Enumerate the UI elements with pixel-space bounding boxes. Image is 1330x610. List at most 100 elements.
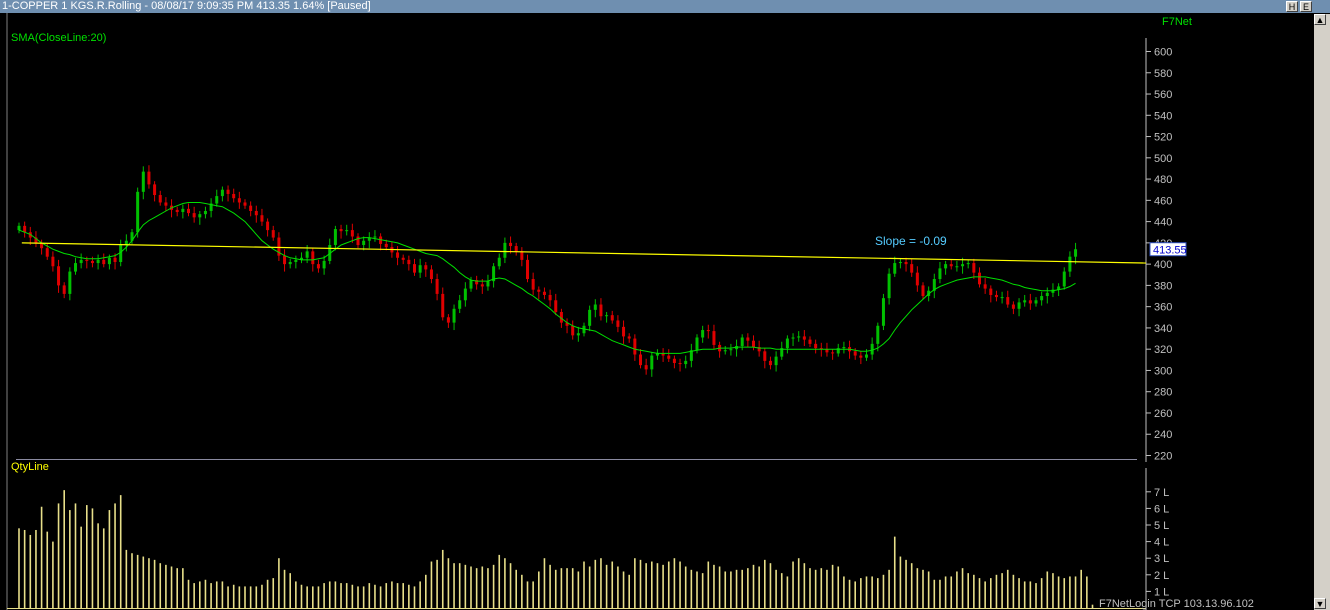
down-candle-body [526,259,529,280]
down-candle-body [994,294,998,298]
down-candle-body [802,336,806,340]
down-candle-body [978,272,981,285]
down-candle-body [232,193,236,199]
down-candle-body [768,360,772,366]
up-candle-body [1040,296,1044,301]
trendline-line [21,242,1147,264]
down-candle-body [356,236,360,245]
up-candle-body [1062,271,1066,287]
price-tick-label: 320 [1154,344,1172,356]
price-tick-label: 580 [1154,68,1172,80]
price-tick-label: 240 [1154,429,1172,441]
up-candle-body [966,263,970,265]
down-candle-body [226,189,230,194]
volume-tick-label: 3 L [1154,553,1169,565]
down-candle-body [113,257,117,263]
down-candle-body [904,262,908,265]
volume-tick-label: 7 L [1154,487,1169,499]
up-candle-body [345,230,349,232]
volume-tick-label: 4 L [1154,537,1169,549]
up-candle-body [723,350,727,352]
up-candle-body [881,298,885,326]
down-candle-body [153,184,157,196]
up-candle-body [695,337,699,351]
price-tick-label: 600 [1154,47,1172,59]
up-candle-body [288,262,292,265]
up-candle-body [1000,297,1004,299]
down-candle-body [831,352,835,354]
down-candle-body [712,331,716,345]
vertical-scrollbar[interactable] [1314,14,1330,610]
chart-labels: SMA(CloseLine:20) QtyLine F7Net Slope = -0.… [11,16,1192,473]
up-candle-body [785,338,789,349]
up-candle-body [469,280,473,289]
volume-tick-label: 5 L [1154,520,1169,532]
up-candle-body [463,288,467,301]
down-candle-body [548,294,552,301]
up-candle-body [452,308,456,323]
up-candle-body [1068,256,1072,272]
scroll-up-arrow-icon[interactable]: ▲ [1314,14,1326,25]
up-candle-body [898,262,902,264]
up-candle-body [938,268,942,280]
price-tick-label: 460 [1154,195,1172,207]
price-tick-label: 560 [1154,89,1172,101]
down-candle-body [983,284,987,289]
up-candle-body [944,264,948,269]
up-candle-body [203,210,207,215]
down-candle-body [283,255,287,265]
up-candle-body [497,257,501,267]
chart-frame [6,13,1147,610]
help-button[interactable]: H [1286,1,1298,12]
down-candle-body [514,246,518,252]
down-candle-body [45,248,49,257]
up-candle-body [503,242,507,258]
price-tick-label: 280 [1154,387,1172,399]
down-candle-body [808,339,812,344]
down-candle-body [571,325,575,336]
edit-button[interactable]: E [1300,1,1312,12]
up-candle-body [68,271,72,294]
up-candle-body [961,264,965,267]
down-candle-body [599,304,603,317]
down-candle-body [672,358,676,364]
down-candle-body [667,355,671,359]
window-title: 1-COPPER 1 KGS.R.Rolling - 08/08/17 9:09… [2,0,371,12]
slope-annotation: Slope = -0.09 [875,234,947,248]
down-candle-body [260,215,264,222]
scroll-down-arrow-icon[interactable]: ▼ [1314,598,1326,609]
up-candle-body [887,273,891,299]
down-candle-body [23,225,27,233]
up-candle-body [215,196,219,204]
up-candle-body [593,304,597,310]
up-candle-body [893,263,897,274]
down-candle-body [164,202,168,206]
up-candle-body [955,266,959,268]
price-tick-label: 340 [1154,323,1172,335]
down-candle-body [531,279,535,290]
down-candle-body [147,171,151,185]
up-candle-body [294,259,298,263]
down-candle-body [175,209,179,213]
up-candle-body [729,349,733,351]
down-candle-body [1028,300,1032,304]
up-candle-body [842,347,846,349]
down-candle-body [989,288,993,295]
up-candle-body [418,265,422,273]
up-candle-body [876,325,880,344]
up-candle-body [588,309,592,326]
down-candle-body [763,351,767,361]
price-chart[interactable]: 2202402602803003203403603804004204404604… [0,13,1314,610]
down-candle-body [57,266,61,286]
down-candle-body [644,365,648,370]
up-candle-body [797,336,801,338]
price-tick-label: 520 [1154,132,1172,144]
down-candle-body [1006,297,1010,305]
up-candle-body [141,171,145,192]
up-candle-body [1045,292,1049,297]
down-candle-body [480,284,484,287]
down-candle-body [243,202,247,206]
down-candle-body [266,221,270,231]
price-tick-label: 360 [1154,302,1172,314]
down-candle-body [350,230,354,237]
